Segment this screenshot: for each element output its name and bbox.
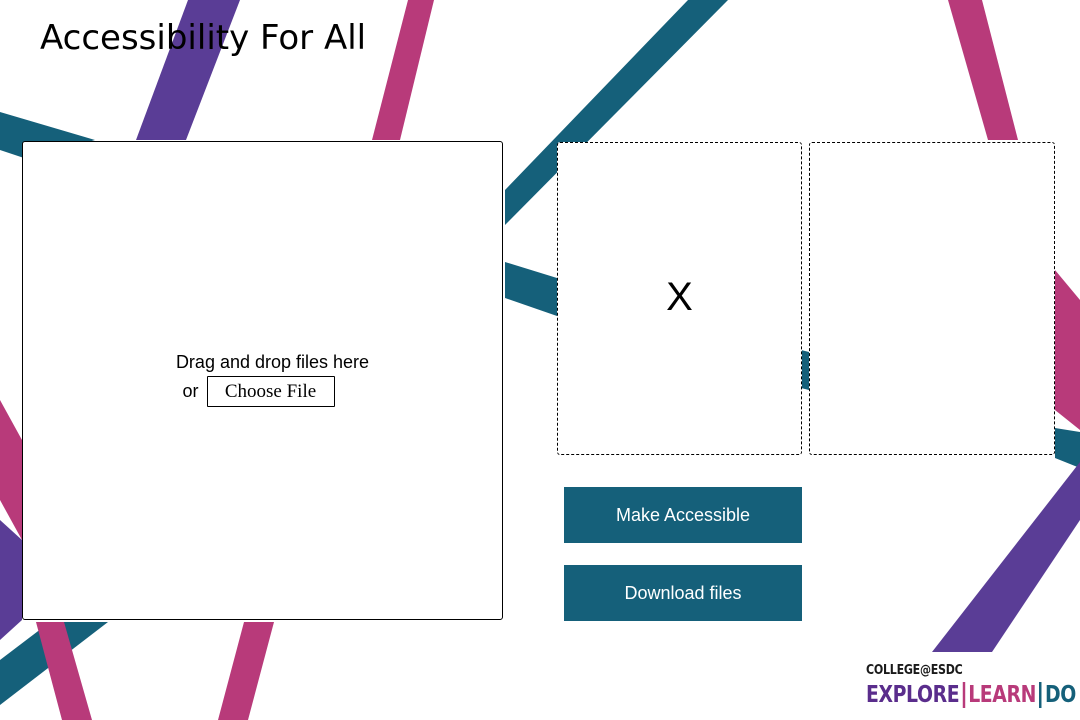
- logo-separator: [1039, 682, 1042, 708]
- ribbon-teal-right: [1055, 428, 1080, 468]
- logo-tagline: EXPLORE LEARN DO: [866, 681, 1076, 709]
- ribbon-purple-left: [0, 520, 22, 640]
- ribbon-teal-sliver: [801, 350, 809, 390]
- logo-learn-text: LEARN: [968, 682, 1036, 708]
- dropzone-content: Drag and drop files here or Choose File: [23, 350, 502, 407]
- dropzone-choose-row: or Choose File: [23, 376, 502, 407]
- download-files-button[interactable]: Download files: [564, 565, 802, 621]
- page-title: Accessibility For All: [40, 18, 367, 58]
- dropzone-or-label: or: [182, 381, 199, 401]
- file-dropzone[interactable]: Drag and drop files here or Choose File: [22, 141, 503, 620]
- file-preview-right: [809, 142, 1055, 455]
- ribbon-purple-bottom-right: [932, 462, 1080, 652]
- ribbon-teal-middle: [505, 262, 557, 316]
- logo-college-text: COLLEGE@ESDC: [866, 663, 963, 678]
- page: Accessibility For All Drag and drop file…: [0, 0, 1080, 720]
- ribbon-magenta-bottom-mid: [218, 622, 274, 720]
- ribbon-magenta-left: [0, 400, 22, 540]
- ribbon-magenta-right: [1055, 270, 1080, 430]
- college-esdc-logo: COLLEGE@ESDC EXPLORE LEARN DO: [866, 663, 1080, 709]
- make-accessible-button[interactable]: Make Accessible: [564, 487, 802, 543]
- ribbon-magenta-top: [372, 0, 434, 140]
- logo-explore-text: EXPLORE: [866, 682, 960, 708]
- logo-do-text: DO: [1044, 682, 1076, 708]
- file-preview-left: X: [557, 142, 802, 455]
- dropzone-instruction: Drag and drop files here: [175, 352, 370, 372]
- choose-file-button[interactable]: Choose File: [206, 376, 335, 407]
- logo-separator: [962, 682, 965, 708]
- preview-x-label: X: [666, 274, 693, 319]
- ribbon-magenta-top-right: [948, 0, 1018, 140]
